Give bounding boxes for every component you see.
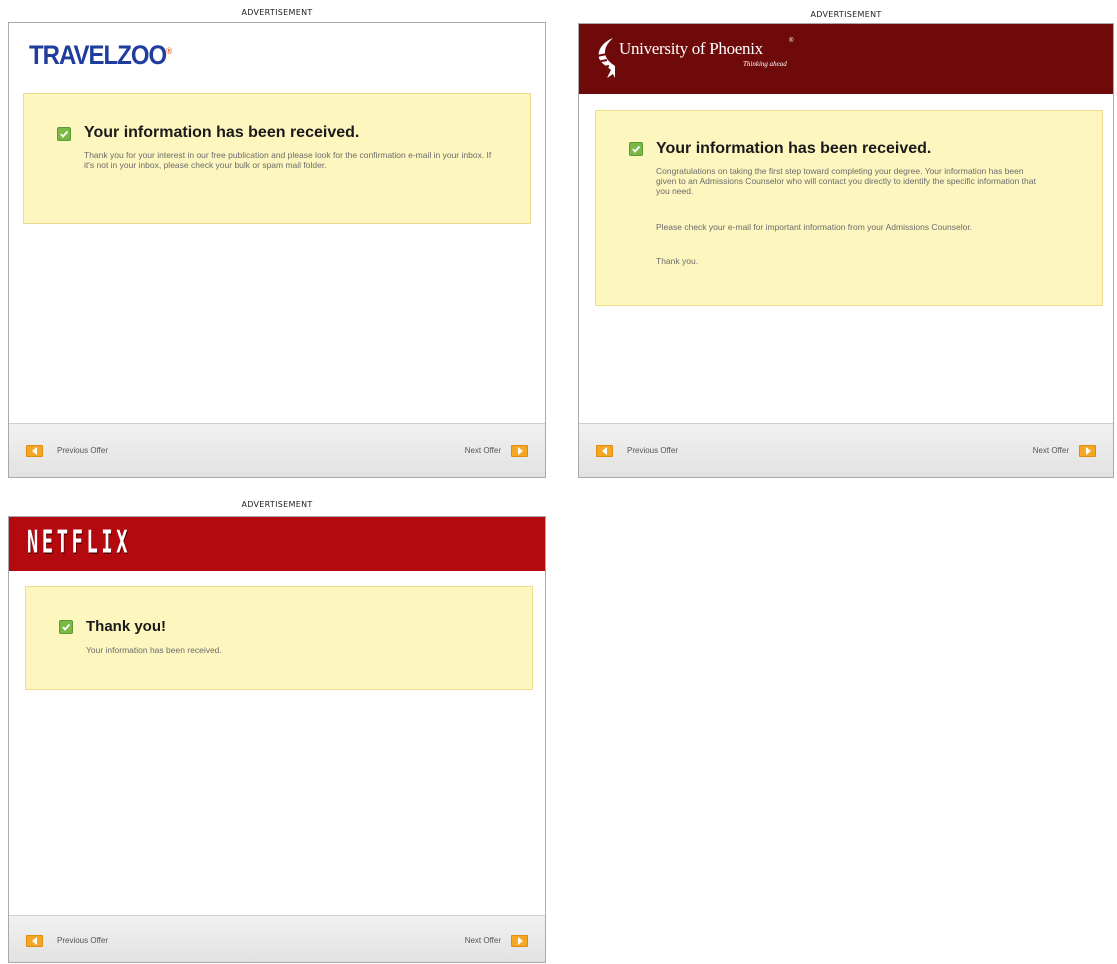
- notice-heading: Your information has been received.: [656, 140, 932, 157]
- phoenix-header-bar: University of Phoenix ® Thinking ahead: [579, 24, 1113, 94]
- arrow-left-icon: [26, 445, 43, 457]
- ad-caption: ADVERTISEMENT: [241, 8, 313, 17]
- ad-frame: NETFLIX Thank you! Your information has …: [8, 516, 546, 963]
- next-offer-button[interactable]: Next Offer: [996, 445, 1096, 457]
- netflix-ad: ADVERTISEMENT NETFLIX Thank you! Your in…: [8, 500, 546, 964]
- next-offer-button[interactable]: Next Offer: [428, 445, 528, 457]
- next-offer-label: Next Offer: [464, 936, 501, 945]
- previous-offer-button[interactable]: Previous Offer: [26, 935, 136, 947]
- arrow-left-icon: [26, 935, 43, 947]
- notice-body: Thank you for your interest in our free …: [84, 150, 492, 170]
- notice-body: Your information has been received.: [86, 645, 222, 655]
- checkbox-checked-icon: [629, 142, 643, 156]
- offer-nav-footer: Previous Offer Next Offer: [9, 915, 545, 962]
- ad-caption: ADVERTISEMENT: [810, 10, 882, 19]
- notice-body-1: Congratulations on taking the first step…: [656, 166, 1036, 196]
- checkbox-checked-icon: [57, 127, 71, 141]
- previous-offer-label: Previous Offer: [627, 446, 678, 455]
- arrow-right-icon: [511, 935, 528, 947]
- phoenix-bird-icon: [596, 38, 615, 78]
- previous-offer-button[interactable]: Previous Offer: [596, 445, 706, 457]
- notice-body-3: Thank you.: [656, 256, 699, 266]
- ad-frame: University of Phoenix ® Thinking ahead Y…: [578, 23, 1114, 478]
- phoenix-logo[interactable]: University of Phoenix ® Thinking ahead: [593, 36, 833, 84]
- arrow-right-icon: [1079, 445, 1096, 457]
- offer-nav-footer: Previous Offer Next Offer: [9, 423, 545, 477]
- confirmation-notice: Thank you! Your information has been rec…: [25, 586, 533, 690]
- previous-offer-button[interactable]: Previous Offer: [26, 445, 136, 457]
- netflix-header-bar: NETFLIX: [9, 517, 545, 571]
- travelzoo-logo[interactable]: TRAVELZOO®: [29, 41, 172, 72]
- notice-heading: Thank you!: [86, 618, 167, 635]
- travelzoo-ad: ADVERTISEMENT TRAVELZOO® Your informatio…: [8, 8, 546, 478]
- ad-caption: ADVERTISEMENT: [241, 500, 313, 509]
- netflix-logo[interactable]: NETFLIX: [27, 525, 131, 561]
- registered-mark: ®: [166, 46, 172, 57]
- registered-mark: ®: [789, 38, 794, 44]
- next-offer-label: Next Offer: [1032, 446, 1069, 455]
- confirmation-notice: Your information has been received. Than…: [23, 93, 531, 224]
- previous-offer-label: Previous Offer: [57, 446, 108, 455]
- confirmation-notice: Your information has been received. Cong…: [595, 110, 1103, 306]
- next-offer-button[interactable]: Next Offer: [428, 935, 528, 947]
- phoenix-ad: ADVERTISEMENT University of Phoenix ® Th…: [578, 10, 1114, 478]
- arrow-right-icon: [511, 445, 528, 457]
- offer-nav-footer: Previous Offer Next Offer: [579, 423, 1113, 477]
- next-offer-label: Next Offer: [464, 446, 501, 455]
- travelzoo-logo-text: TRAVELZOO: [29, 41, 167, 71]
- previous-offer-label: Previous Offer: [57, 936, 108, 945]
- notice-body-2: Please check your e-mail for important i…: [656, 222, 973, 232]
- arrow-left-icon: [596, 445, 613, 457]
- ad-frame: TRAVELZOO® Your information has been rec…: [8, 22, 546, 478]
- phoenix-tagline: Thinking ahead: [743, 60, 787, 68]
- notice-heading: Your information has been received.: [84, 124, 360, 141]
- phoenix-logo-text: University of Phoenix: [619, 39, 763, 58]
- checkbox-checked-icon: [59, 620, 73, 634]
